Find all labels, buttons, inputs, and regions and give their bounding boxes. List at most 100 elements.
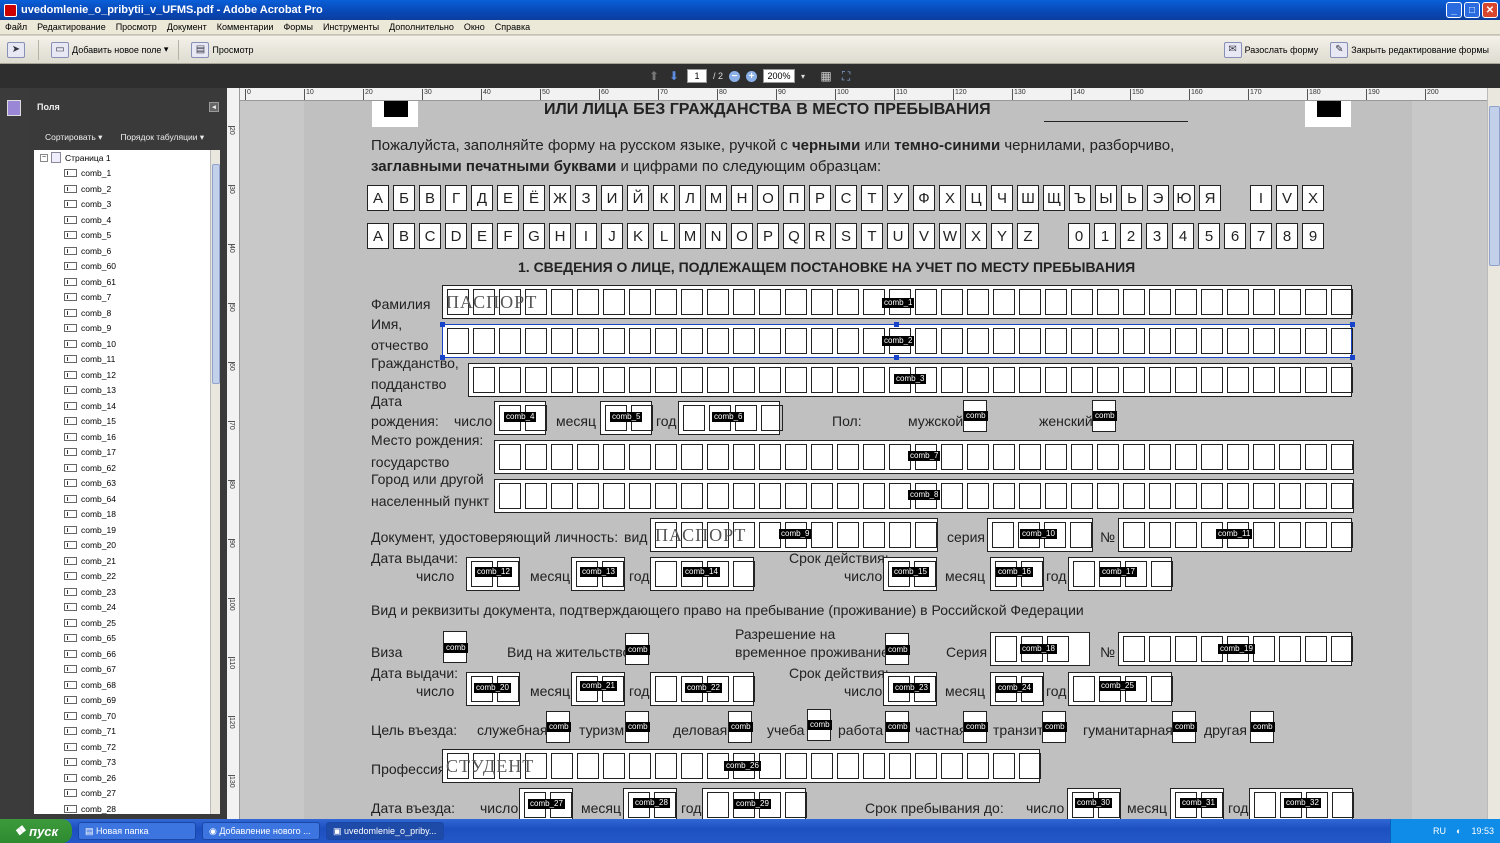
comb-cell — [1331, 483, 1353, 509]
tree-field-item[interactable]: comb_20 — [34, 538, 219, 554]
menu-edit[interactable]: Редактирование — [32, 22, 111, 32]
menu-document[interactable]: Документ — [162, 22, 212, 32]
tree-field-item[interactable]: comb_24 — [34, 600, 219, 616]
network-icon[interactable]: ◐ — [1456, 826, 1461, 836]
tree-field-item[interactable]: comb_25 — [34, 615, 219, 631]
add-field-button[interactable]: ▭ Добавить новое поле ▾ — [46, 40, 173, 60]
menu-view[interactable]: Просмотр — [111, 22, 162, 32]
tab-order-menu[interactable]: Порядок табуляции ▾ — [120, 132, 204, 143]
sample-char: З — [575, 185, 597, 211]
tree-field-item[interactable]: comb_15 — [34, 414, 219, 430]
select-tool-button[interactable]: ➤ — [2, 40, 33, 60]
tree-field-item[interactable]: comb_66 — [34, 646, 219, 662]
comb-cell — [1019, 328, 1041, 354]
zoom-in-icon[interactable]: + — [746, 70, 757, 82]
fields-panel-icon[interactable] — [7, 100, 21, 116]
fit-page-icon[interactable]: ▦ — [819, 69, 833, 83]
menu-tools[interactable]: Инструменты — [318, 22, 384, 32]
collapse-panel-icon[interactable]: ◂ — [209, 102, 219, 112]
tree-field-item[interactable]: comb_71 — [34, 724, 219, 740]
task-chrome[interactable]: ◉ Добавление нового ... — [202, 822, 320, 840]
tree-field-item[interactable]: comb_5 — [34, 228, 219, 244]
task-new-folder[interactable]: ▤ Новая папка — [78, 822, 196, 840]
tree-field-item[interactable]: comb_12 — [34, 367, 219, 383]
temp-residence-label: временное проживание — [735, 644, 889, 660]
tree-field-item[interactable]: comb_67 — [34, 662, 219, 678]
tree-field-item[interactable]: comb_72 — [34, 739, 219, 755]
zoom-dropdown-icon[interactable]: ▾ — [801, 72, 805, 81]
tree-field-item[interactable]: comb_64 — [34, 491, 219, 507]
tree-field-item[interactable]: comb_16 — [34, 429, 219, 445]
previous-page-icon[interactable]: ⬆ — [647, 69, 661, 83]
comb-cell — [1331, 522, 1353, 548]
tree-page-node[interactable]: − Страница 1 — [34, 150, 219, 166]
close-button[interactable]: ✕ — [1482, 2, 1498, 18]
tree-field-item[interactable]: comb_19 — [34, 522, 219, 538]
preview-button[interactable]: ▤ Просмотр — [186, 40, 258, 60]
sort-menu[interactable]: Сортировать ▾ — [45, 132, 102, 143]
sample-char: Ы — [1095, 185, 1117, 211]
tree-field-item[interactable]: comb_68 — [34, 677, 219, 693]
tree-field-item[interactable]: comb_65 — [34, 631, 219, 647]
comb-cell — [1149, 636, 1171, 662]
field-tag: comb — [1173, 722, 1197, 732]
tree-field-item[interactable]: comb_17 — [34, 445, 219, 461]
zoom-out-icon[interactable]: − — [729, 70, 740, 82]
comb-cell — [1253, 328, 1275, 354]
comb-cell — [1227, 328, 1249, 354]
tree-field-item[interactable]: comb_3 — [34, 197, 219, 213]
minimize-button[interactable]: _ — [1446, 2, 1462, 18]
close-form-editing-button[interactable]: ✎ Закрыть редактирование формы — [1325, 40, 1494, 60]
tree-field-item[interactable]: comb_8 — [34, 305, 219, 321]
menu-forms[interactable]: Формы — [278, 22, 318, 32]
menu-advanced[interactable]: Дополнительно — [384, 22, 459, 32]
menu-file[interactable]: Файл — [0, 22, 32, 32]
language-indicator[interactable]: RU — [1433, 826, 1446, 836]
tree-field-item[interactable]: comb_73 — [34, 755, 219, 771]
menu-help[interactable]: Справка — [490, 22, 535, 32]
tree-field-item[interactable]: comb_26 — [34, 770, 219, 786]
tree-field-item[interactable]: comb_63 — [34, 476, 219, 492]
sample-char: O — [731, 223, 753, 249]
distribute-form-button[interactable]: ✉ Разослать форму — [1219, 40, 1324, 60]
tree-field-item[interactable]: comb_27 — [34, 786, 219, 802]
tree-field-item[interactable]: comb_69 — [34, 693, 219, 709]
menu-window[interactable]: Окно — [459, 22, 490, 32]
tree-field-item[interactable]: comb_10 — [34, 336, 219, 352]
tree-field-item[interactable]: comb_14 — [34, 398, 219, 414]
right-number-label: № — [1100, 644, 1116, 660]
windows-logo-icon: ❖ — [13, 823, 30, 838]
start-button[interactable]: ❖ пуск — [0, 819, 72, 843]
task-acrobat[interactable]: ▣ uvedomlenie_o_priby... — [326, 822, 444, 840]
tree-field-item[interactable]: comb_18 — [34, 507, 219, 523]
document-scrollbar[interactable] — [1487, 88, 1500, 819]
tree-field-item[interactable]: comb_28 — [34, 801, 219, 814]
tree-field-item[interactable]: comb_7 — [34, 290, 219, 306]
comb-cell — [655, 289, 677, 315]
tree-field-item[interactable]: comb_6 — [34, 243, 219, 259]
comb-cell — [1149, 444, 1171, 470]
fields-panel-scrollbar[interactable] — [210, 150, 220, 814]
comb-cell — [811, 367, 833, 393]
maximize-button[interactable]: □ — [1464, 2, 1480, 18]
page-number-input[interactable]: 1 — [686, 69, 707, 83]
dob-day-label: число — [454, 413, 493, 429]
zoom-level-input[interactable]: 200% — [763, 69, 795, 83]
collapse-node-icon[interactable]: − — [40, 153, 48, 162]
tree-field-item[interactable]: comb_21 — [34, 553, 219, 569]
tree-field-item[interactable]: comb_4 — [34, 212, 219, 228]
tree-field-item[interactable]: comb_23 — [34, 584, 219, 600]
next-page-icon[interactable]: ⬇ — [667, 69, 681, 83]
tree-field-item[interactable]: comb_2 — [34, 181, 219, 197]
tree-field-item[interactable]: comb_11 — [34, 352, 219, 368]
tree-field-item[interactable]: comb_1 — [34, 166, 219, 182]
tree-field-item[interactable]: comb_62 — [34, 460, 219, 476]
tree-field-item[interactable]: comb_9 — [34, 321, 219, 337]
tree-field-item[interactable]: comb_13 — [34, 383, 219, 399]
tree-field-item[interactable]: comb_60 — [34, 259, 219, 275]
tree-field-item[interactable]: comb_22 — [34, 569, 219, 585]
full-screen-icon[interactable]: ⛶ — [839, 69, 853, 83]
tree-field-item[interactable]: comb_61 — [34, 274, 219, 290]
menu-comments[interactable]: Комментарии — [212, 22, 279, 32]
tree-field-item[interactable]: comb_70 — [34, 708, 219, 724]
